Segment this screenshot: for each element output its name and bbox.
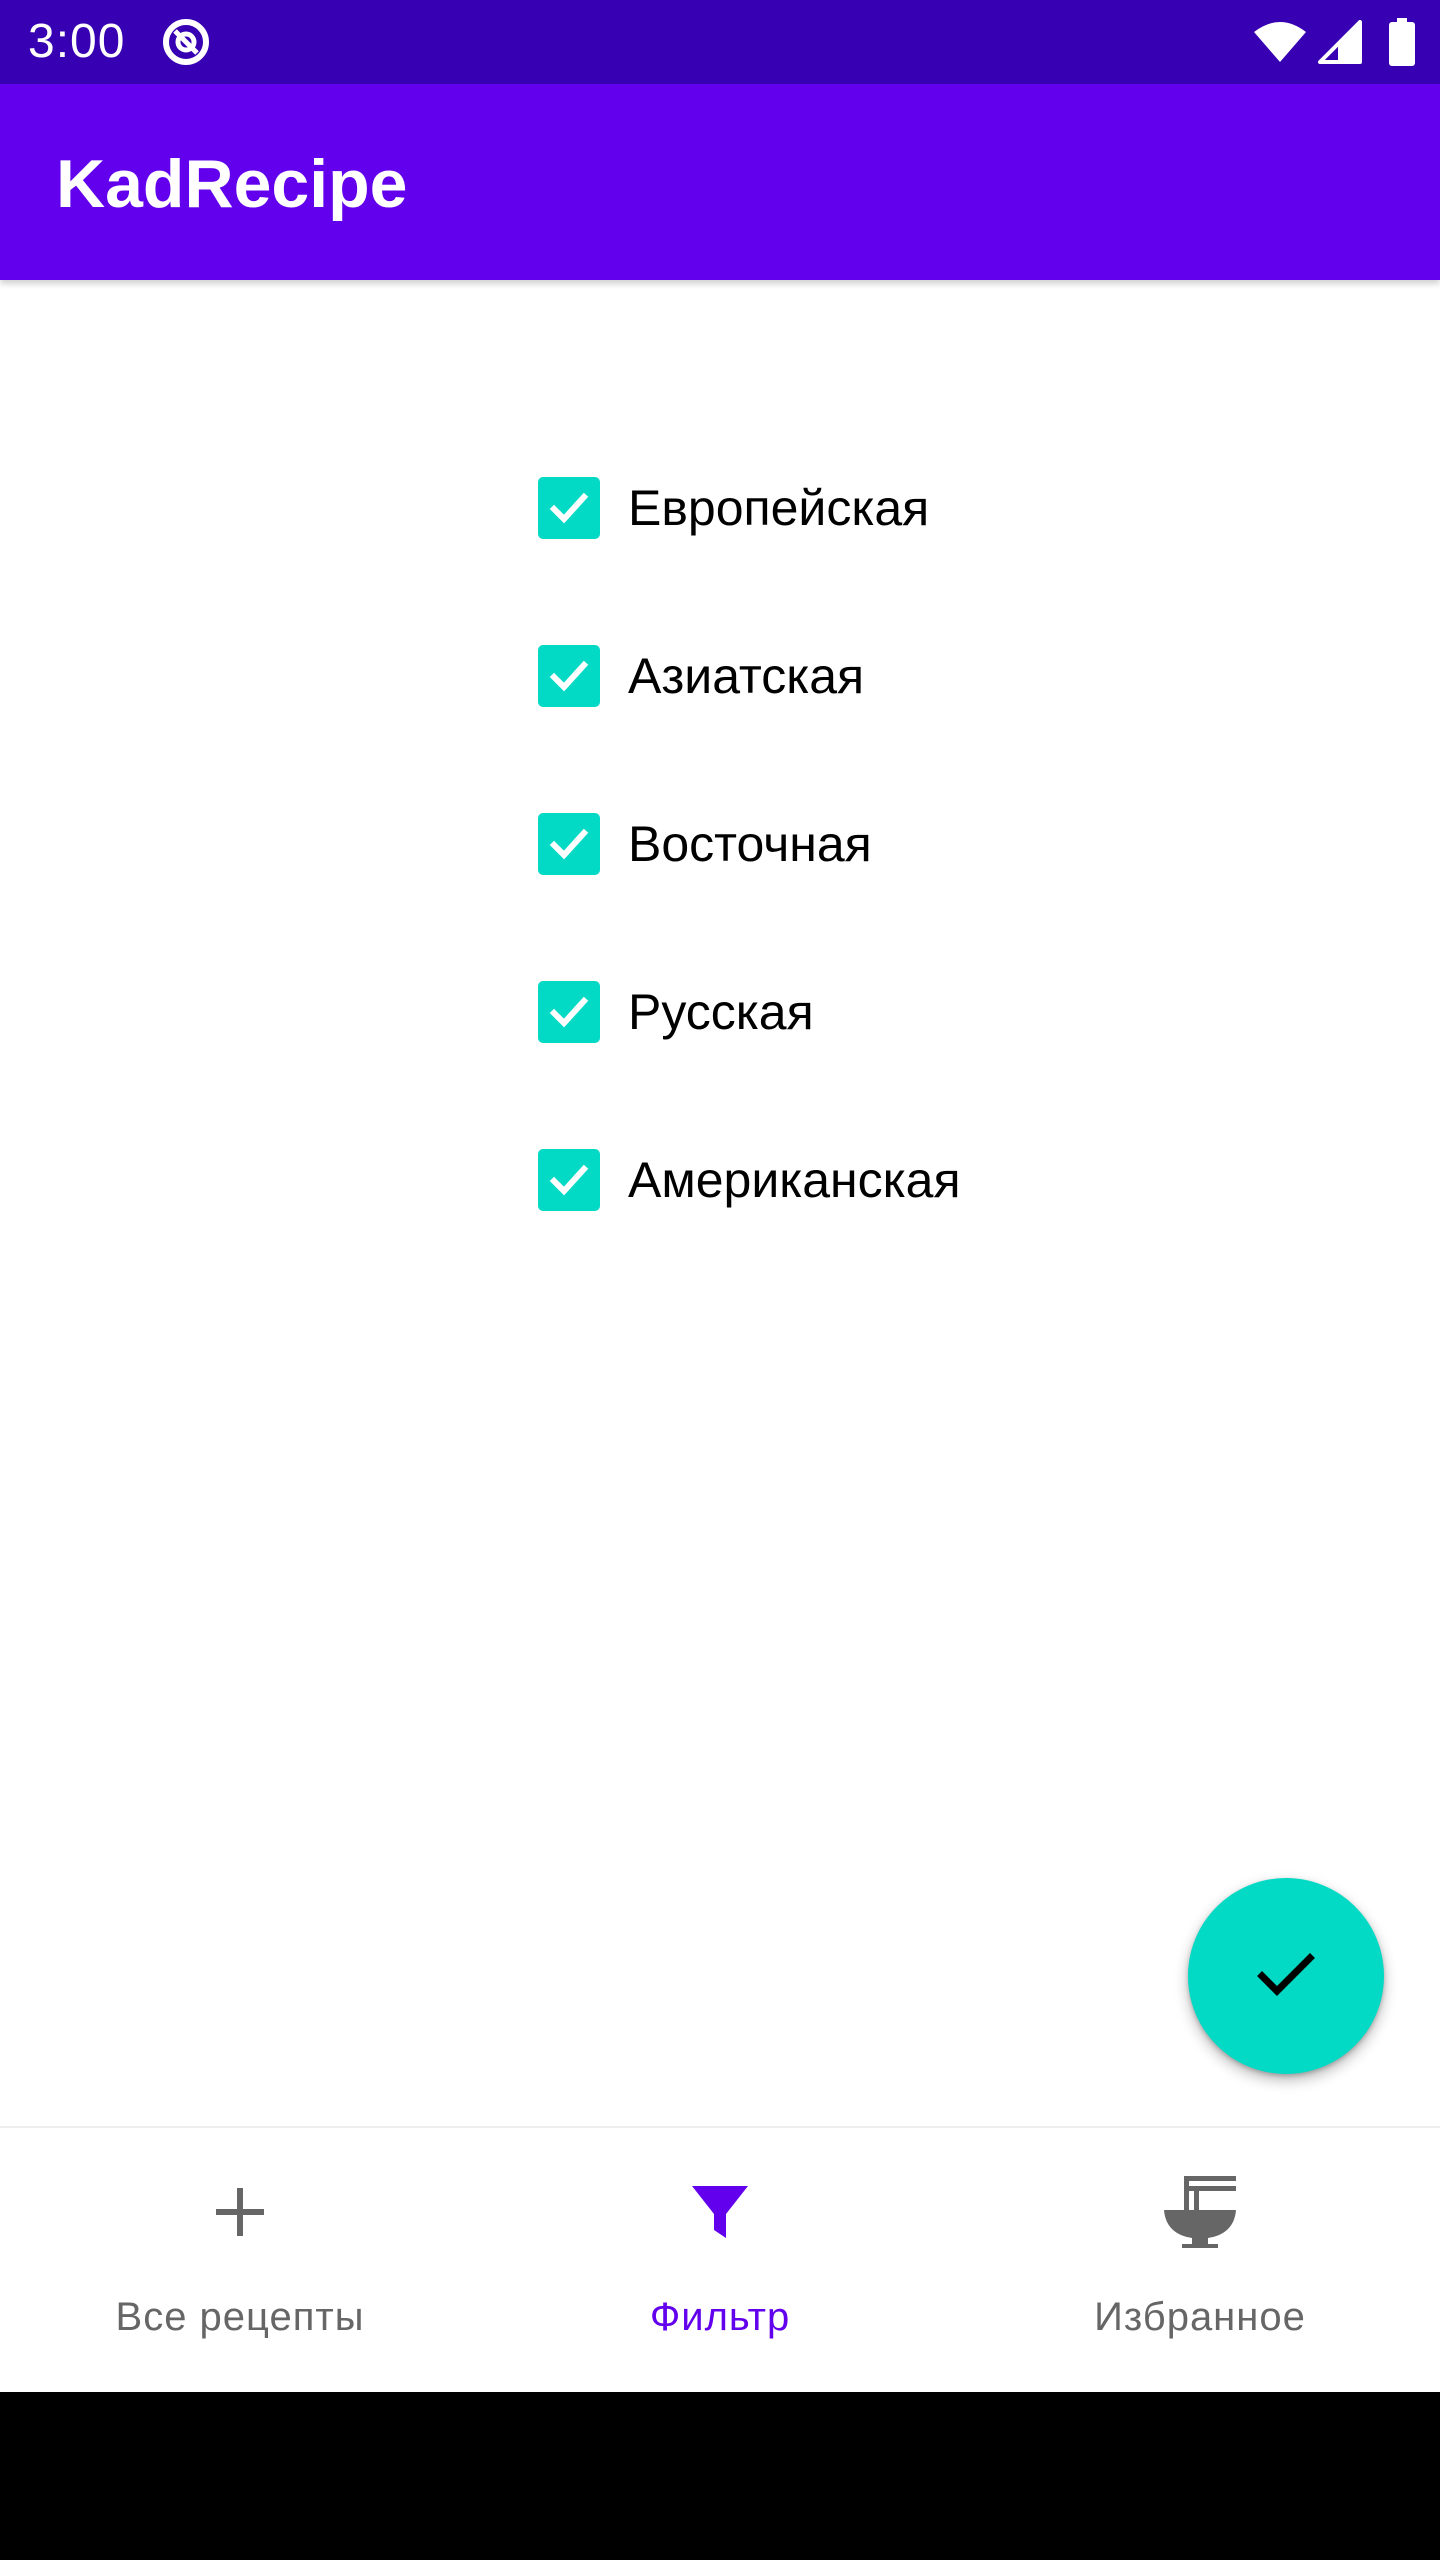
nav-item-filter[interactable]: Фильтр	[480, 2128, 960, 2394]
filter-item-asian[interactable]: Азиатская	[538, 628, 864, 724]
checkbox-checked-icon[interactable]	[538, 645, 600, 707]
filter-item-oriental[interactable]: Восточная	[538, 796, 872, 892]
check-icon	[1250, 1938, 1322, 2015]
bottom-navigation: Все рецепты Фильтр Избранное	[0, 2126, 1440, 2394]
nav-item-favorites[interactable]: Избранное	[960, 2128, 1440, 2394]
wifi-icon	[1252, 20, 1308, 64]
filter-label: Русская	[628, 984, 814, 1040]
app-title: KadRecipe	[56, 146, 408, 222]
system-navigation-bar	[0, 2392, 1440, 2560]
status-icons	[1252, 18, 1416, 66]
app-bar: KadRecipe	[0, 84, 1440, 280]
plus-icon	[198, 2170, 282, 2254]
nav-label: Фильтр	[649, 2295, 791, 2339]
noodle-bowl-icon	[1158, 2170, 1242, 2254]
filter-label: Азиатская	[628, 648, 865, 704]
filter-label: Американская	[628, 1152, 961, 1208]
filter-label: Европейская	[628, 480, 930, 536]
cell-signal-icon	[1316, 20, 1362, 64]
nav-item-all-recipes[interactable]: Все рецепты	[0, 2128, 480, 2394]
at-sign-icon	[160, 16, 212, 68]
nav-label: Избранное	[1094, 2295, 1306, 2339]
apply-filter-fab[interactable]	[1188, 1878, 1384, 2074]
checkbox-checked-icon[interactable]	[538, 813, 600, 875]
funnel-icon	[678, 2170, 762, 2254]
checkbox-checked-icon[interactable]	[538, 981, 600, 1043]
status-time: 3:00	[28, 15, 126, 68]
filter-item-european[interactable]: Европейская	[538, 460, 929, 556]
app-screen: 3:00 KadRecipe Европейская Азиатская Вос…	[0, 0, 1440, 2560]
checkbox-checked-icon[interactable]	[538, 477, 600, 539]
checkbox-checked-icon[interactable]	[538, 1149, 600, 1211]
filter-item-american[interactable]: Американская	[538, 1132, 961, 1228]
nav-label: Все рецепты	[115, 2295, 365, 2339]
filter-label: Восточная	[628, 816, 872, 872]
filter-item-russian[interactable]: Русская	[538, 964, 814, 1060]
battery-icon	[1388, 18, 1416, 66]
status-bar: 3:00	[0, 0, 1440, 84]
